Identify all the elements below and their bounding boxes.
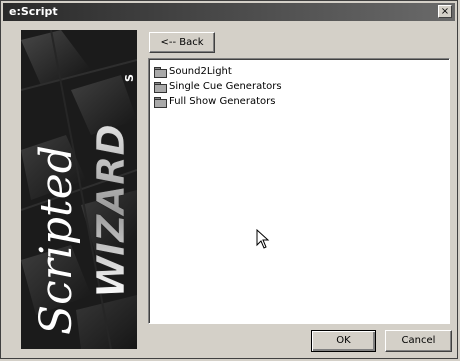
- window-title: e:Script: [9, 5, 58, 18]
- banner-script-text: Scripted: [31, 145, 82, 335]
- ok-button[interactable]: OK: [311, 330, 376, 352]
- cancel-button[interactable]: Cancel: [385, 330, 452, 352]
- back-button[interactable]: <-- Back: [149, 32, 215, 53]
- list-item[interactable]: Single Cue Generators: [154, 79, 282, 93]
- folder-icon: [154, 96, 167, 108]
- list-item-label: Single Cue Generators: [169, 80, 282, 92]
- folder-icon: [154, 81, 167, 93]
- mouse-pointer-icon: [256, 229, 270, 249]
- banner-artwork: Scripted WIZARD S: [21, 30, 137, 349]
- list-item[interactable]: Full Show Generators: [154, 94, 275, 108]
- banner-wizard-text: WIZARD: [89, 124, 133, 298]
- close-button[interactable]: ×: [438, 5, 452, 18]
- list-item-label: Full Show Generators: [169, 95, 276, 107]
- escript-window: e:Script × Scripted WIZARD S <-- Back So…: [0, 0, 458, 359]
- list-item-label: Sound2Light: [169, 65, 232, 77]
- list-item[interactable]: Sound2Light: [154, 64, 232, 78]
- title-bar[interactable]: e:Script ×: [3, 3, 455, 21]
- banner-suffix-text: S: [123, 74, 136, 82]
- scripted-wizard-banner: Scripted WIZARD S: [21, 30, 137, 349]
- folder-icon: [154, 66, 167, 78]
- script-folder-list[interactable]: Sound2Light Single Cue Generators Full S…: [148, 58, 450, 324]
